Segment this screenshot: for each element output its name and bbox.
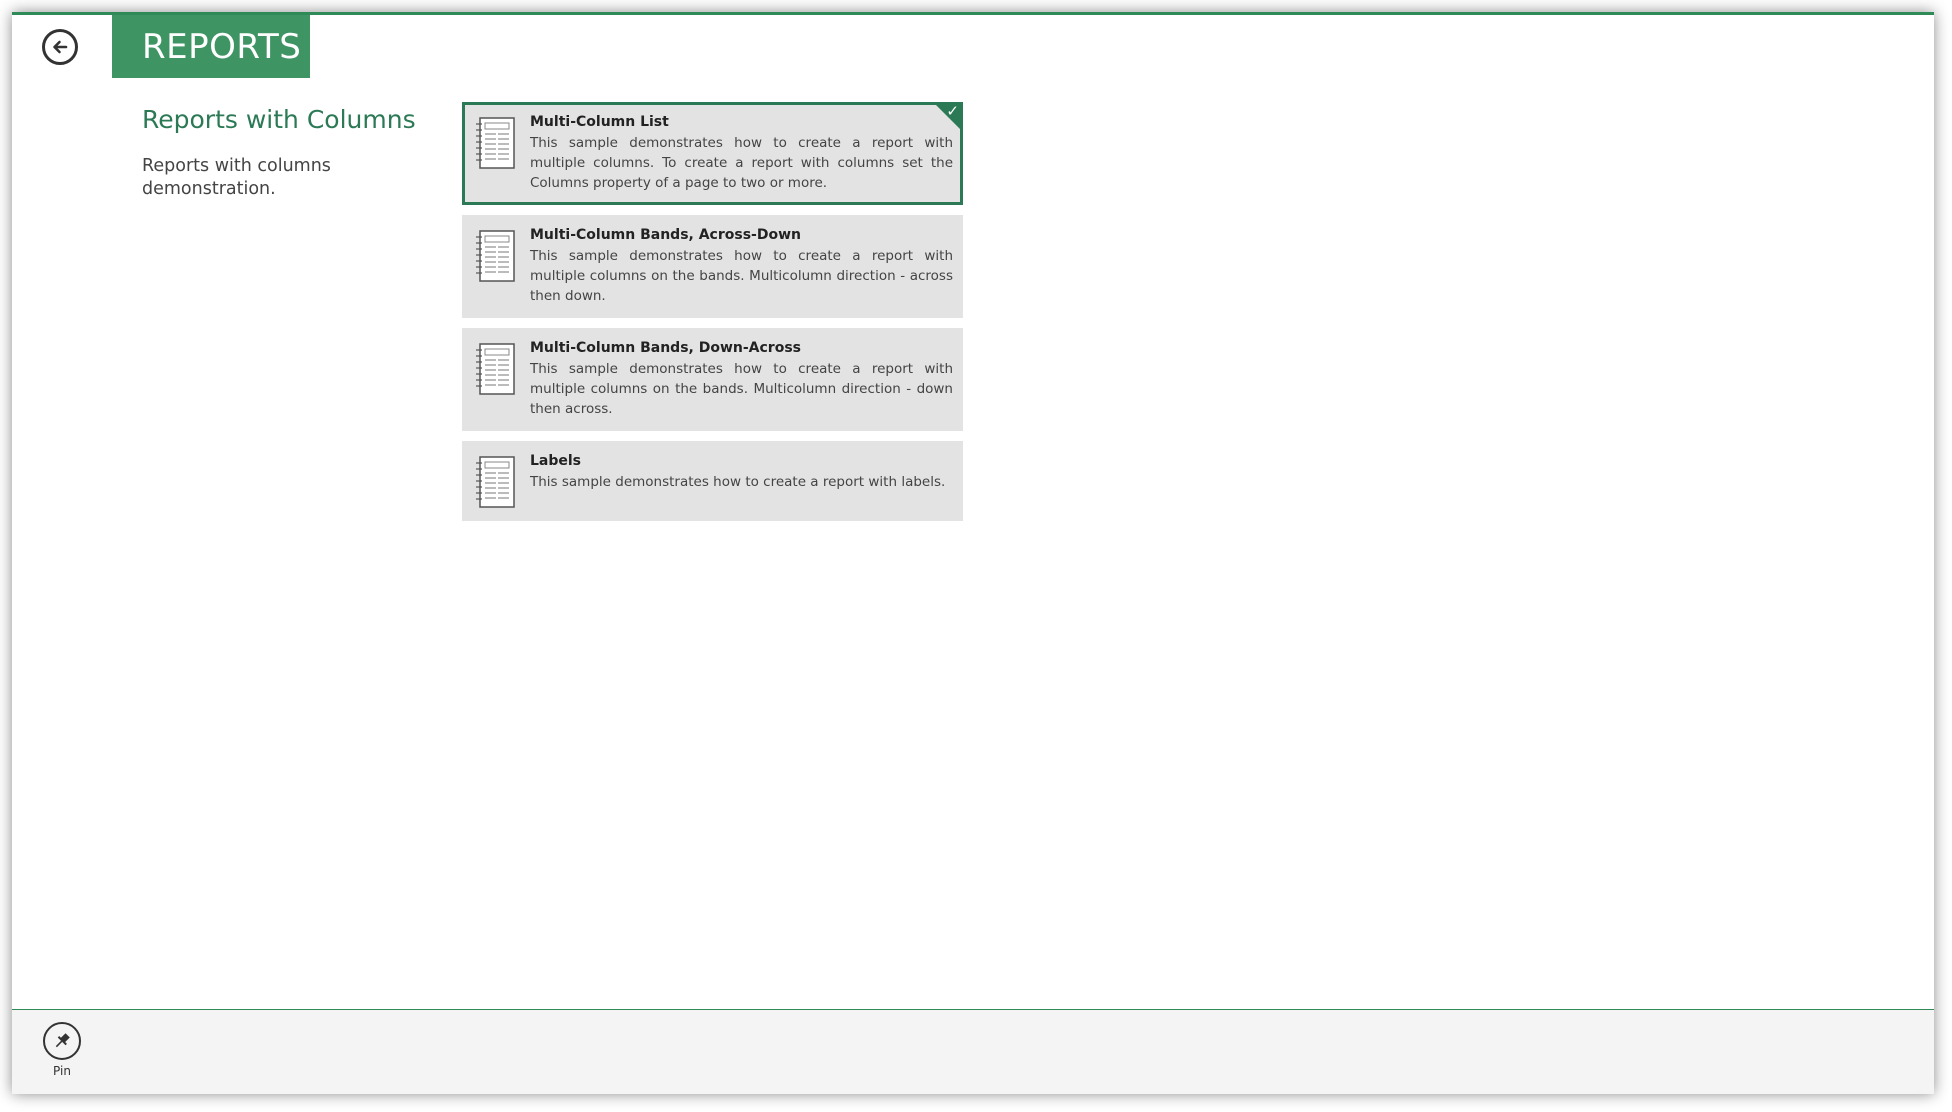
report-item-description: This sample demonstrates how to create a… — [530, 248, 953, 304]
report-document-icon — [476, 343, 515, 395]
checkmark-icon: ✓ — [946, 102, 959, 120]
group-title: Reports with Columns — [142, 105, 416, 134]
report-document-icon — [476, 230, 515, 282]
report-document-icon — [476, 117, 515, 169]
back-button[interactable] — [42, 29, 78, 65]
app-window: REPORTS Reports with Columns Reports wit… — [12, 12, 1934, 1094]
arrow-left-icon — [53, 40, 68, 54]
report-document-icon — [476, 456, 515, 508]
report-item-title: Labels — [530, 453, 582, 469]
report-item-description: This sample demonstrates how to create a… — [530, 474, 946, 490]
group-description: Reports with columns demonstration. — [142, 156, 331, 199]
pin-button[interactable]: Pin — [36, 1022, 88, 1078]
page-title: REPORTS — [112, 15, 310, 78]
report-list: Multi-Column List This sample demonstrat… — [462, 102, 963, 531]
report-item-title: Multi-Column Bands, Across-Down — [530, 227, 801, 243]
pin-circle — [43, 1022, 81, 1060]
report-item-bands-across-down[interactable]: Multi-Column Bands, Across-Down This sam… — [462, 215, 963, 318]
report-item-description: This sample demonstrates how to create a… — [530, 135, 953, 191]
report-item-labels[interactable]: Labels This sample demonstrates how to c… — [462, 441, 963, 521]
app-bar: Pin — [12, 1009, 1934, 1094]
report-item-description: This sample demonstrates how to create a… — [530, 361, 953, 417]
report-item-title: Multi-Column List — [530, 114, 669, 130]
pin-label: Pin — [53, 1064, 71, 1078]
report-item-bands-down-across[interactable]: Multi-Column Bands, Down-Across This sam… — [462, 328, 963, 431]
report-item-multi-column-list[interactable]: Multi-Column List This sample demonstrat… — [462, 102, 963, 205]
report-item-title: Multi-Column Bands, Down-Across — [530, 340, 801, 356]
pin-icon — [55, 1033, 70, 1048]
